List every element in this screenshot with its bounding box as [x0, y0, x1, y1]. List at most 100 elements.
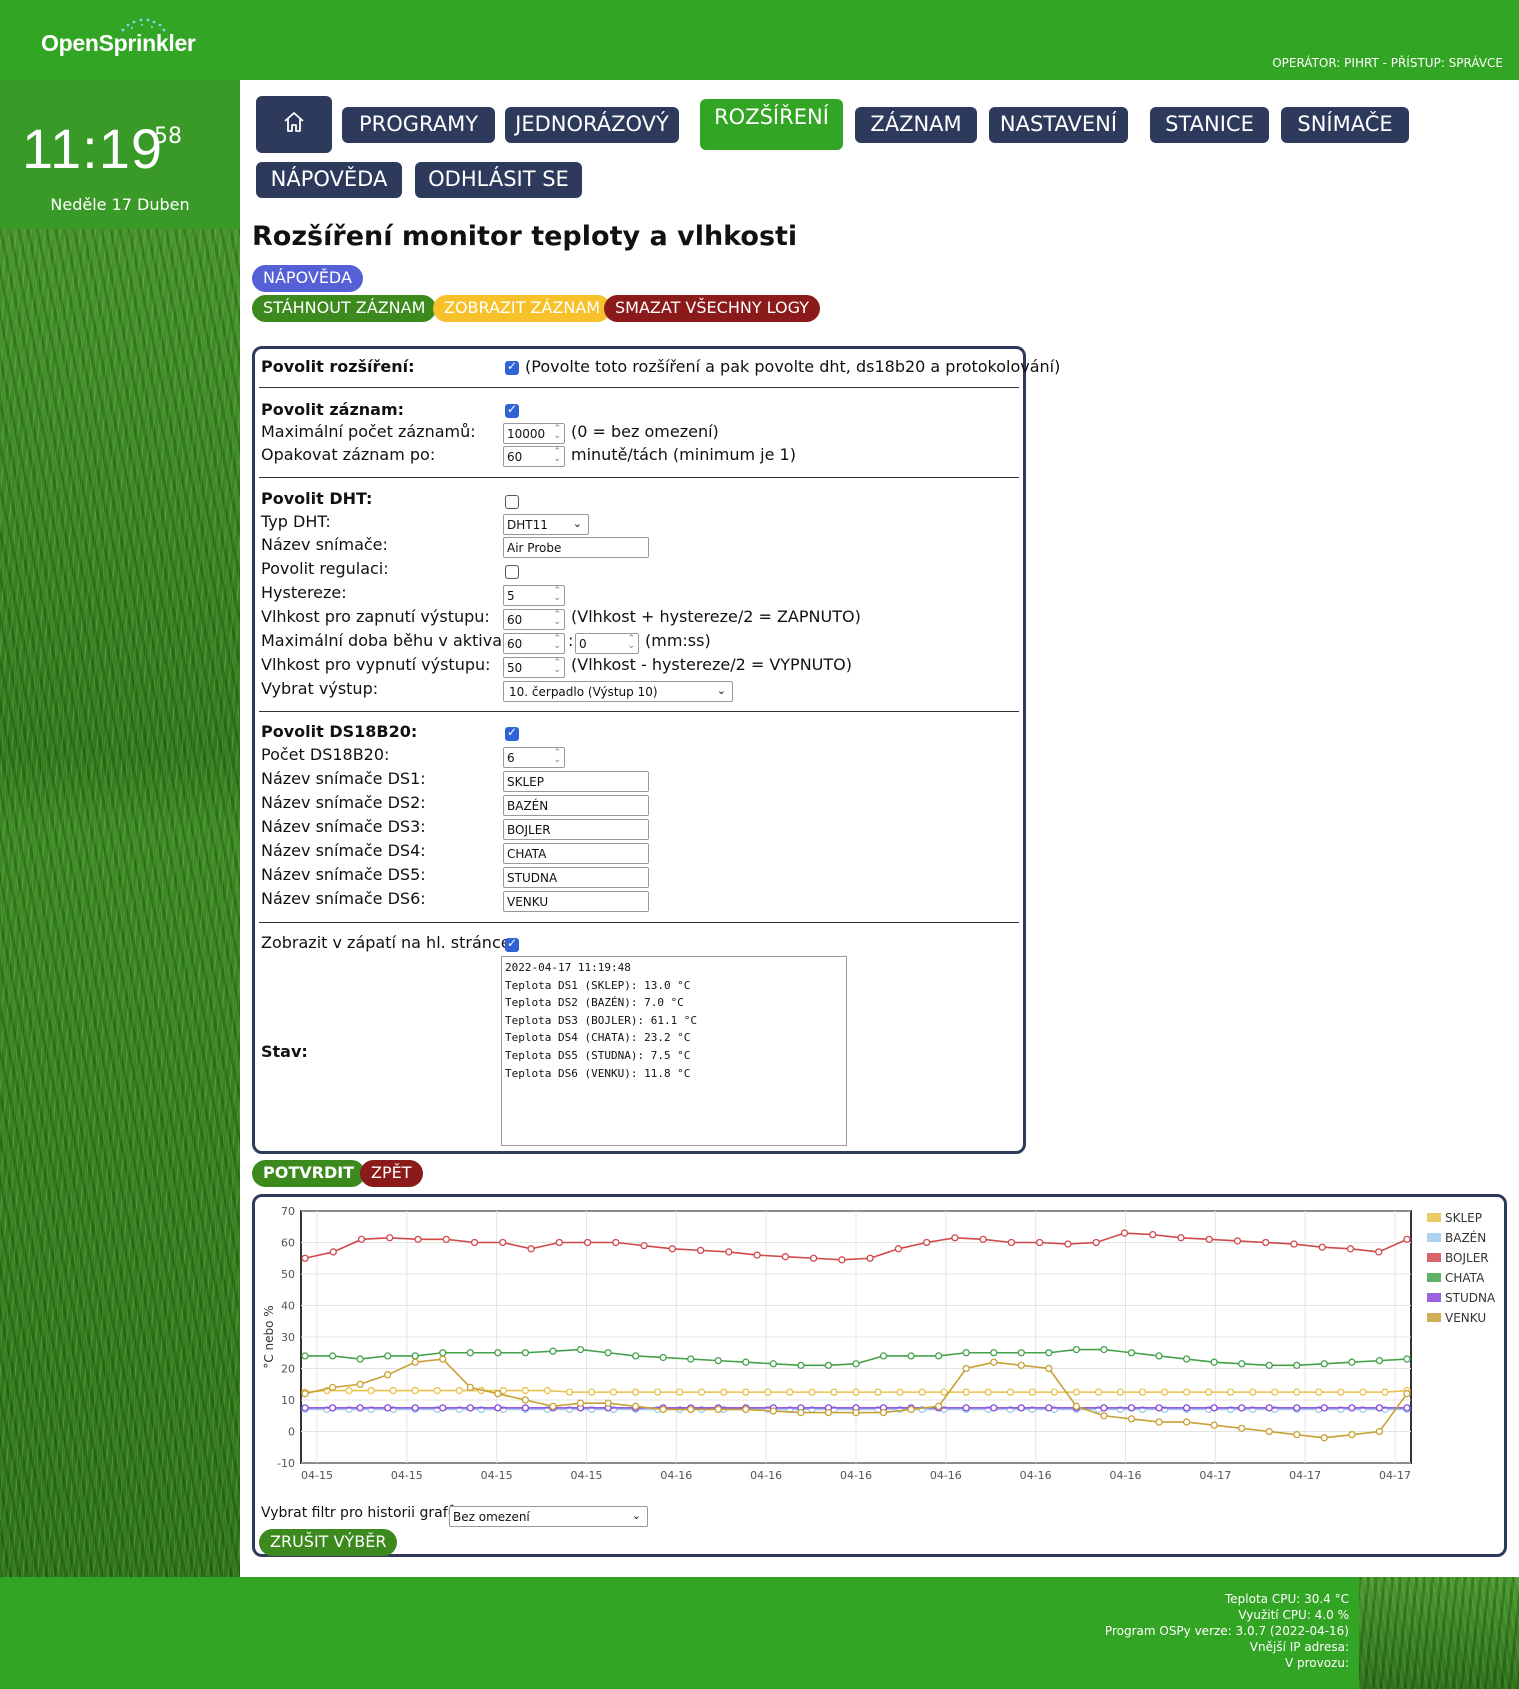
submit-button[interactable]: POTVRDIT: [252, 1160, 366, 1187]
status-textarea[interactable]: 2022-04-17 11:19:48 Teplota DS1 (SKLEP):…: [501, 956, 847, 1146]
stepper-icon[interactable]: ⌃ ⌄: [553, 659, 561, 675]
ds4-name-input[interactable]: CHATA: [503, 843, 649, 864]
ds6-name-input[interactable]: VENKU: [503, 891, 649, 912]
data-point: [549, 1347, 557, 1355]
data-point: [1265, 1427, 1273, 1436]
ds-count-input[interactable]: 6 ⌃ ⌄: [503, 747, 565, 768]
back-button[interactable]: ZPĚT: [360, 1160, 423, 1187]
nav-settings[interactable]: NASTAVENÍ: [989, 107, 1128, 143]
clear-filter-button[interactable]: ZRUŠIT VÝBĚR: [259, 1529, 398, 1556]
data-point: [1348, 1358, 1356, 1366]
data-point: [742, 1388, 750, 1396]
data-point: [990, 1358, 998, 1366]
chart-panel: -10 0 10 20 30 40 50 60 70 04-15 04-15 04-15 04-15 04…: [252, 1194, 1507, 1557]
stepper-icon[interactable]: ⌃ ⌄: [553, 635, 561, 651]
data-point: [301, 1404, 309, 1412]
data-point: [1238, 1424, 1246, 1433]
humid-on-input[interactable]: 60 ⌃ ⌄: [503, 609, 565, 630]
help-button[interactable]: NÁPOVĚDA: [252, 265, 363, 292]
data-point: [1293, 1430, 1301, 1439]
y-tick-label: 70: [281, 1205, 295, 1218]
dht-type-select[interactable]: DHT11 ⌄: [503, 514, 589, 535]
nav-home-button[interactable]: [256, 96, 332, 153]
footer-show-checkbox[interactable]: [505, 936, 519, 952]
chevron-down-icon: ⌄: [572, 517, 582, 530]
data-point: [1072, 1402, 1081, 1410]
enable-extension-checkbox[interactable]: [505, 359, 519, 375]
max-records-input[interactable]: 10000 ⌃ ⌄: [503, 423, 565, 444]
enable-extension-note: (Povolte toto rozšíření a pak povolte dh…: [525, 357, 1061, 376]
y-tick-label: 10: [281, 1394, 295, 1407]
nav-extensions[interactable]: ROZŠÍŘENÍ: [700, 99, 843, 150]
data-point: [1072, 1345, 1081, 1354]
humid-off-input[interactable]: 50 ⌃ ⌄: [503, 657, 565, 678]
data-point: [640, 1242, 648, 1250]
ds1-name-input[interactable]: SKLEP: [503, 771, 649, 792]
data-point: [411, 1358, 419, 1366]
repeat-input[interactable]: 60 ⌃ ⌄: [503, 446, 565, 467]
data-point: [1290, 1240, 1298, 1248]
data-point: [470, 1238, 479, 1247]
nav-programs[interactable]: PROGRAMY: [342, 107, 495, 143]
data-point: [439, 1404, 447, 1412]
ds3-name-input[interactable]: BOJLER: [503, 819, 649, 840]
data-point: [1127, 1349, 1136, 1357]
data-point: [1092, 1238, 1100, 1247]
data-point: [1348, 1404, 1356, 1412]
nav-log[interactable]: ZÁZNAM: [855, 107, 977, 143]
data-point: [357, 1235, 366, 1243]
enable-extension-label: Povolit rozšíření:: [261, 357, 415, 376]
data-point: [1238, 1360, 1246, 1368]
data-point: [894, 1245, 903, 1253]
stepper-icon[interactable]: ⌃ ⌄: [627, 635, 635, 651]
data-point: [1320, 1434, 1328, 1442]
ds5-name-input[interactable]: STUDNA: [503, 867, 649, 888]
sensor-name-input[interactable]: Air Probe: [503, 537, 649, 558]
dht-type-label: Typ DHT:: [261, 512, 331, 531]
stepper-icon[interactable]: ⌃ ⌄: [553, 611, 561, 627]
chart-filter-select[interactable]: Bez omezení ⌄: [449, 1506, 648, 1527]
nav-stations[interactable]: STANICE: [1150, 107, 1269, 143]
nav-help[interactable]: NÁPOVĚDA: [256, 162, 402, 198]
data-point: [1375, 1427, 1384, 1436]
data-point: [769, 1407, 777, 1415]
ds2-name-input[interactable]: BAZÉN: [503, 795, 649, 816]
app-logo[interactable]: OpenSprinkler: [41, 30, 196, 57]
nav-sensors[interactable]: SNÍMAČE: [1281, 107, 1409, 143]
nav-logout[interactable]: ODHLÁSIT SE: [415, 162, 582, 198]
legend-swatch: [1427, 1253, 1441, 1262]
enable-dht-checkbox[interactable]: [505, 495, 519, 509]
data-point: [1403, 1404, 1411, 1412]
status-label: Stav:: [261, 1042, 308, 1061]
enable-ds-checkbox[interactable]: [505, 725, 519, 741]
data-point: [781, 1253, 790, 1261]
stepper-icon[interactable]: ⌃ ⌄: [553, 749, 561, 765]
dht-type-value: DHT11: [507, 518, 548, 532]
delete-logs-button[interactable]: SMAZAT VŠECHNY LOGY: [604, 295, 820, 322]
humid-off-label: Vlhkost pro vypnutí výstupu:: [261, 655, 491, 674]
data-point: [367, 1386, 375, 1395]
download-log-button[interactable]: STÁHNOUT ZÁZNAM: [252, 295, 437, 322]
stepper-icon[interactable]: ⌃ ⌄: [553, 425, 561, 441]
stepper-icon[interactable]: ⌃ ⌄: [553, 448, 561, 464]
hysteresis-value: 5: [507, 589, 515, 603]
hysteresis-label: Hystereze:: [261, 583, 347, 602]
max-run-seconds-input[interactable]: 0 ⌃ ⌄: [575, 633, 639, 654]
max-run-minutes-input[interactable]: 60 ⌃ ⌄: [503, 633, 565, 654]
regulation-checkbox[interactable]: [505, 565, 519, 579]
hysteresis-input[interactable]: 5 ⌃ ⌄: [503, 585, 565, 606]
sensor-name-label: Název snímače:: [261, 535, 388, 554]
data-point: [838, 1256, 846, 1264]
data-point: [1050, 1388, 1059, 1396]
nav-run-once[interactable]: JEDNORÁZOVÝ: [505, 107, 679, 143]
output-select[interactable]: 10. čerpadlo (Výstup 10) ⌄: [503, 681, 733, 702]
data-point: [1155, 1418, 1163, 1426]
show-log-button[interactable]: ZOBRAZIT ZÁZNAM: [433, 295, 612, 322]
data-point: [543, 1386, 552, 1395]
divider: [259, 477, 1019, 478]
data-point: [466, 1349, 474, 1357]
enable-log-checkbox[interactable]: [505, 402, 519, 418]
data-point: [587, 1388, 596, 1396]
data-point: [1210, 1404, 1218, 1412]
stepper-icon[interactable]: ⌃ ⌄: [553, 587, 561, 603]
